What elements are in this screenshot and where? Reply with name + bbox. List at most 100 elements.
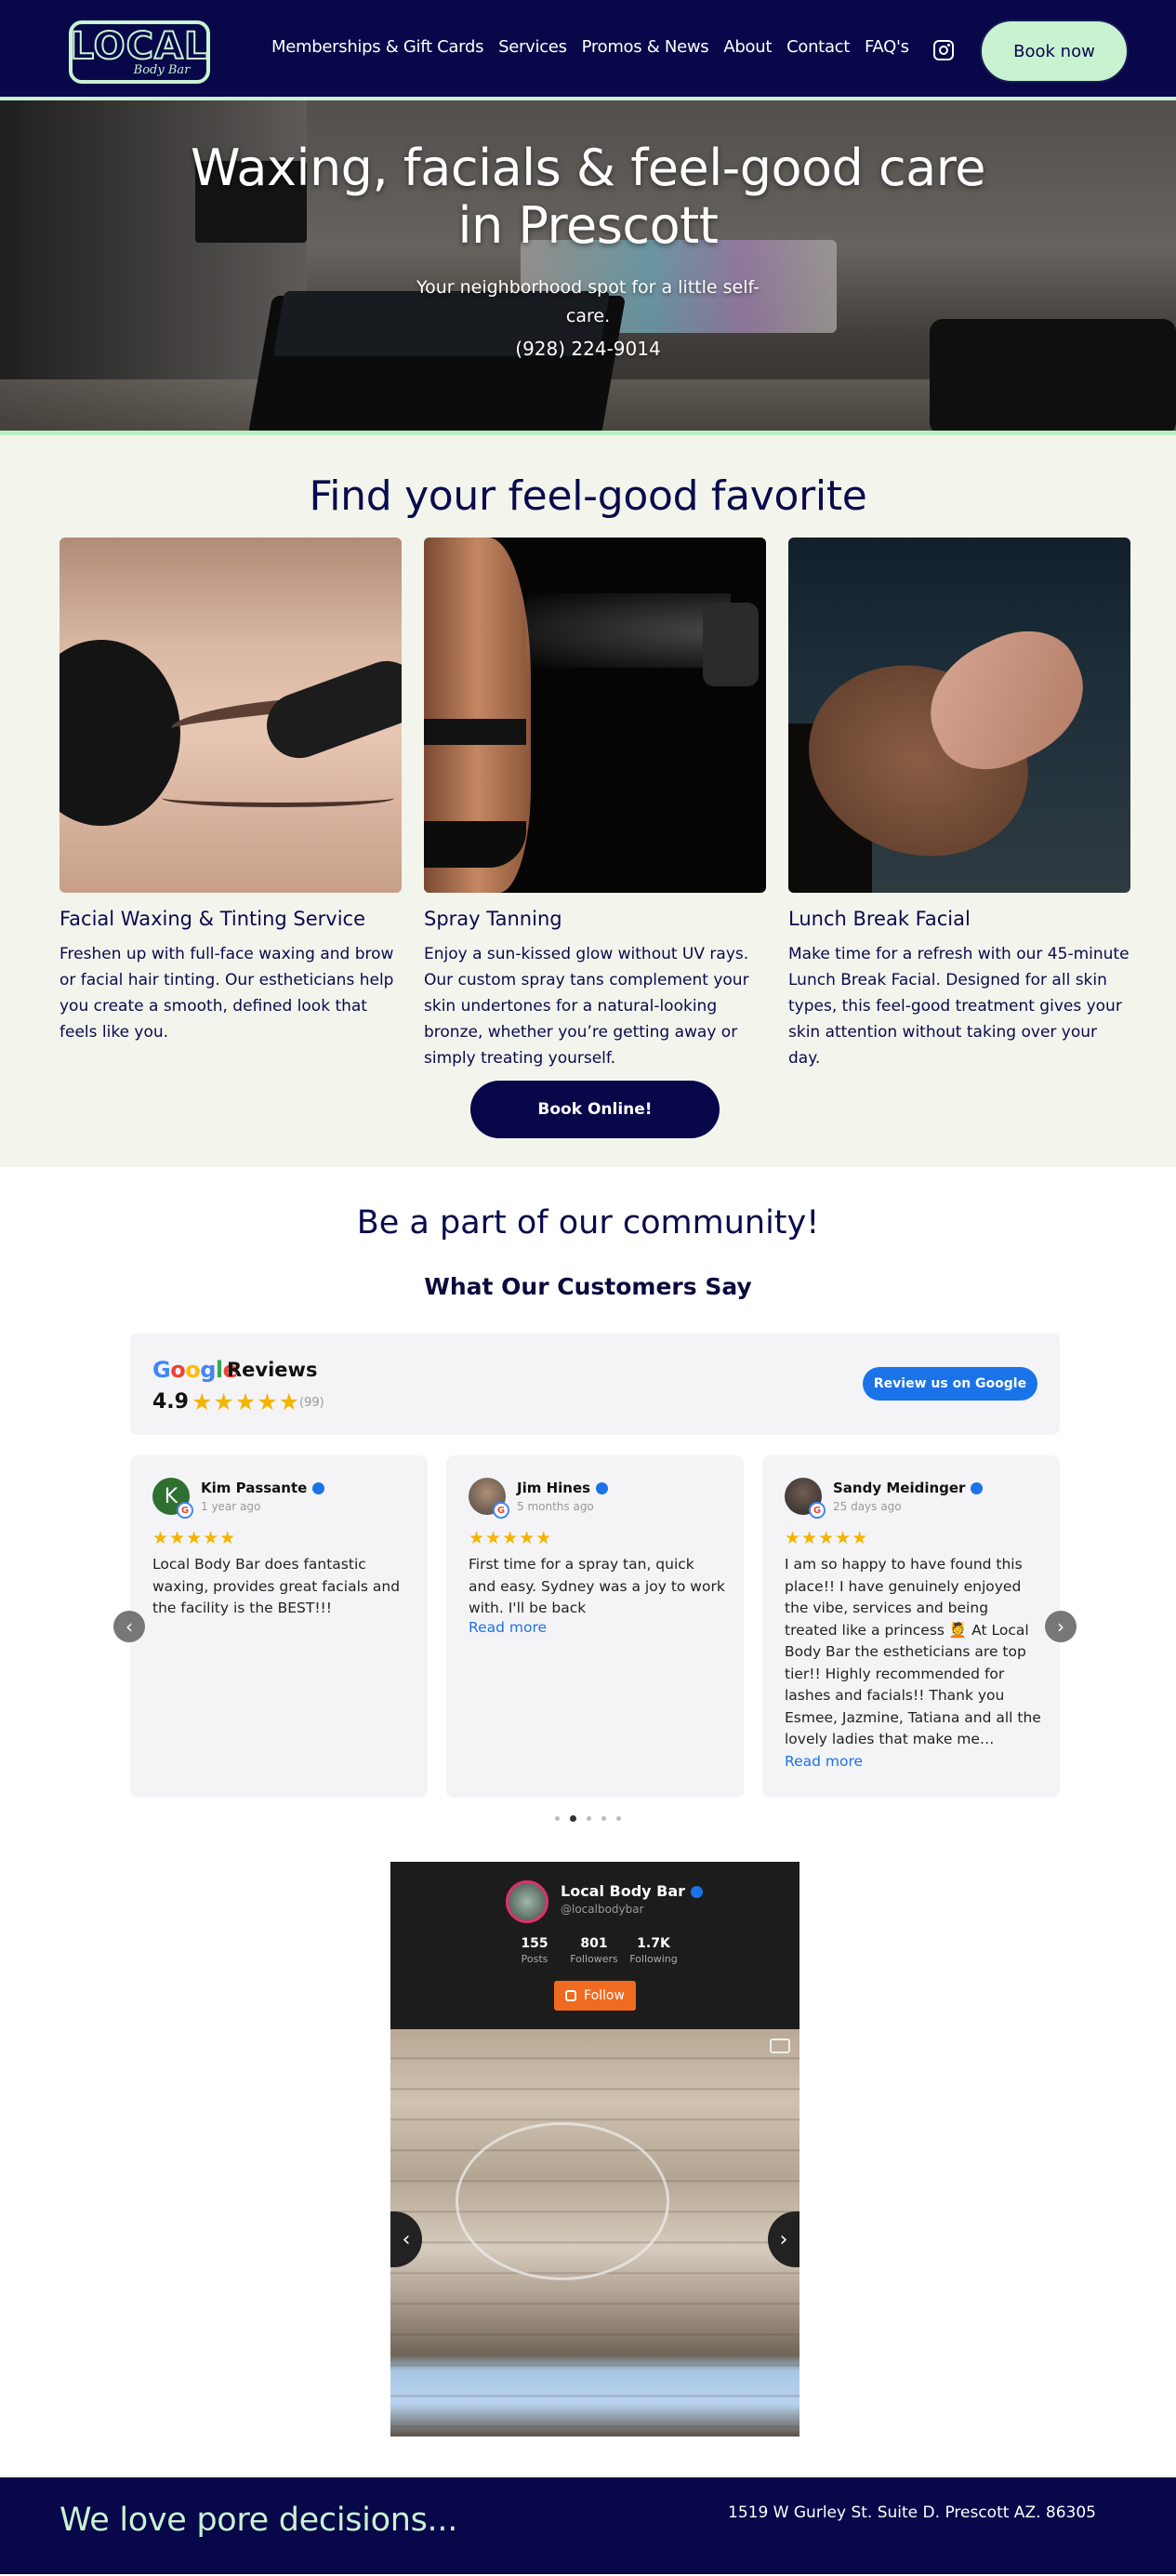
instagram-stat-following: 1.7K Following: [626, 1936, 681, 1965]
reviewer-name-text: Jim Hines: [517, 1480, 591, 1496]
review-time: 5 months ago: [517, 1500, 594, 1513]
service-text-spray-tanning: Enjoy a sun-kissed glow without UV rays.…: [424, 945, 749, 1068]
reviewer-name: Sandy Meidinger: [833, 1480, 984, 1496]
review-card: G Sandy Meidinger 25 days ago ★★★★★ I am…: [762, 1455, 1060, 1798]
verified-icon: [312, 1482, 325, 1494]
instagram-stat-posts: 155 Posts: [507, 1936, 562, 1965]
review-stars: ★★★★★: [785, 1528, 869, 1548]
stat-value: 801: [580, 1936, 608, 1951]
mist-shape: [526, 593, 731, 668]
community-heading: Be a part of our community!: [356, 1204, 820, 1242]
book-online-button[interactable]: Book Online!: [470, 1081, 720, 1138]
google-logo: Google: [152, 1357, 238, 1383]
reviewer-name-text: Sandy Meidinger: [833, 1480, 966, 1496]
carousel-prev-button[interactable]: ‹: [113, 1611, 145, 1642]
footer-address: 1519 W Gurley St. Suite D. Prescott AZ. …: [728, 2503, 1096, 2522]
service-text-waxing: Freshen up with full-face waxing and bro…: [59, 945, 394, 1042]
reviewer-name-text: Kim Passante: [201, 1480, 308, 1496]
community-section: Be a part of our community! What Our Cus…: [0, 1167, 1176, 2477]
stat-value: 1.7K: [637, 1936, 670, 1951]
review-count: (99): [299, 1396, 324, 1410]
book-now-button[interactable]: Book now: [980, 20, 1129, 83]
service-title-spray-tanning: Spray Tanning: [424, 908, 562, 930]
rating-value: 4.9: [152, 1390, 189, 1414]
carousel-dots: [0, 1809, 1176, 1826]
verified-icon: [971, 1482, 984, 1494]
stat-label: Followers: [570, 1953, 618, 1965]
logo-text: LOCAL: [70, 24, 209, 68]
instagram-name-text: Local Body Bar: [561, 1882, 686, 1900]
reviews-label: Reviews: [227, 1359, 318, 1381]
carousel-dot[interactable]: [587, 1816, 591, 1821]
google-badge-icon: G: [493, 1502, 509, 1519]
carousel-dot[interactable]: [616, 1816, 622, 1821]
stat-value: 155: [521, 1936, 548, 1951]
carousel-dot[interactable]: [601, 1816, 607, 1821]
service-image-waxing: [59, 538, 402, 893]
service-title-waxing: Facial Waxing & Tinting Service: [59, 908, 366, 930]
site-footer: We love pore decisions... 1519 W Gurley …: [0, 2477, 1176, 2574]
top-shape: [424, 719, 526, 745]
instagram-post-image[interactable]: [390, 2029, 799, 2437]
verified-icon: [596, 1482, 609, 1494]
service-text-facial: Make time for a refresh with our 45-minu…: [788, 945, 1130, 1068]
instagram-name: Local Body Bar: [561, 1882, 704, 1900]
read-more-link[interactable]: Read more: [785, 1753, 863, 1770]
instagram-handle: @localbodybar: [561, 1903, 644, 1916]
reviews-heading: What Our Customers Say: [424, 1273, 752, 1300]
eye-shape: [162, 789, 394, 807]
google-badge-icon: G: [809, 1502, 826, 1519]
review-stars: ★★★★★: [152, 1528, 237, 1548]
nav-item-contact[interactable]: Contact: [786, 37, 850, 57]
footer-tagline: We love pore decisions...: [59, 2502, 458, 2539]
stat-label: Posts: [521, 1953, 548, 1965]
review-stars: ★★★★★: [469, 1528, 553, 1548]
instagram-stat-followers: 801 Followers: [566, 1936, 622, 1965]
instagram-icon: [565, 1990, 577, 2001]
sign-shape: [456, 2122, 669, 2280]
site-logo[interactable]: LOCAL Body Bar: [69, 20, 210, 84]
nav-item-promos[interactable]: Promos & News: [582, 37, 709, 57]
review-time: 1 year ago: [201, 1500, 261, 1513]
instagram-icon[interactable]: [933, 40, 954, 60]
service-title-facial: Lunch Break Facial: [788, 908, 971, 930]
review-text: I am so happy to have found this place!!…: [785, 1556, 1041, 1747]
glove-tool-shape: [258, 652, 402, 767]
service-image-spray-tanning: [424, 538, 766, 893]
site-header: LOCAL Body Bar Memberships & Gift Cards …: [0, 0, 1176, 100]
nav-item-memberships[interactable]: Memberships & Gift Cards: [271, 37, 483, 57]
carousel-dot-active[interactable]: [569, 1815, 576, 1822]
review-us-button[interactable]: Review us on Google: [863, 1367, 1037, 1401]
nav-item-about[interactable]: About: [723, 37, 772, 57]
main-nav: Memberships & Gift Cards Services Promos…: [271, 37, 909, 57]
review-time: 25 days ago: [833, 1500, 902, 1513]
services-section: Find your feel-good favorite Facial Waxi…: [0, 435, 1176, 1167]
hero-section: Waxing, facials & feel-good care in Pres…: [0, 100, 1176, 435]
service-image-facial: [788, 538, 1130, 893]
review-text: Local Body Bar does fantastic waxing, pr…: [152, 1556, 401, 1616]
reviewer-name: Jim Hines: [517, 1480, 609, 1496]
review-card: K G Kim Passante 1 year ago ★★★★★ Local …: [130, 1455, 428, 1798]
stat-label: Following: [629, 1953, 678, 1965]
verified-icon: [691, 1886, 704, 1898]
nav-item-services[interactable]: Services: [498, 37, 567, 57]
spray-gun-shape: [703, 603, 759, 686]
logo-subtext: Body Bar: [133, 62, 191, 77]
carousel-next-button[interactable]: ›: [1045, 1611, 1077, 1642]
read-more-link[interactable]: Read more: [469, 1619, 547, 1636]
instagram-feed: Local Body Bar @localbodybar 155 Posts 8…: [390, 1862, 799, 2437]
hero-phone[interactable]: (928) 224-9014: [0, 338, 1176, 360]
google-badge-icon: G: [177, 1502, 193, 1519]
services-heading: Find your feel-good favorite: [309, 472, 867, 520]
reviews-summary: Google Reviews 4.9 ★★★★★ (99) Review us …: [130, 1333, 1060, 1435]
carousel-dot[interactable]: [554, 1816, 560, 1821]
review-card: G Jim Hines 5 months ago ★★★★★ First tim…: [446, 1455, 744, 1798]
hero-subtitle: Your neighborhood spot for a little self…: [416, 277, 760, 326]
follow-label: Follow: [584, 1988, 625, 2003]
instagram-avatar[interactable]: [506, 1880, 548, 1923]
nav-item-faq[interactable]: FAQ's: [865, 37, 909, 57]
instagram-follow-button[interactable]: Follow: [554, 1981, 636, 2011]
camera-icon: [770, 2038, 790, 2053]
review-text: First time for a spray tan, quick and ea…: [469, 1556, 725, 1616]
hero-title: Waxing, facials & feel-good care in Pres…: [190, 139, 986, 255]
